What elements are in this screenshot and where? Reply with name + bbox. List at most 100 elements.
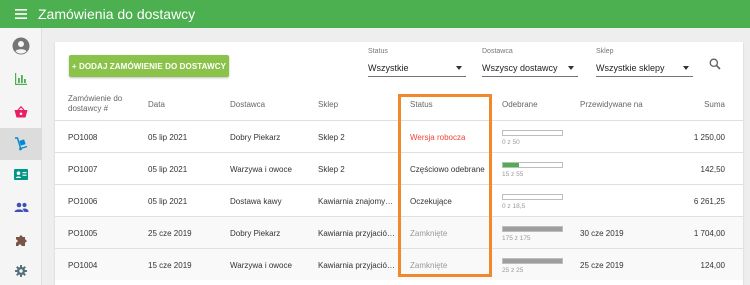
account-icon xyxy=(12,37,30,55)
sidebar-item-addons[interactable] xyxy=(0,224,42,256)
status-text: Wersja robocza xyxy=(410,133,466,142)
column-header-supplier[interactable]: Dostawca xyxy=(230,100,265,110)
menu-button[interactable] xyxy=(0,0,42,28)
search-icon xyxy=(709,58,721,70)
menu-icon xyxy=(15,9,27,19)
received-count: 0 z 18,5 xyxy=(502,203,526,210)
column-header-order-line2: dostawcy # xyxy=(68,104,109,113)
store-filter-label: Sklep xyxy=(596,48,614,55)
order-total: 142,50 xyxy=(700,165,725,174)
order-date: 05 lip 2021 xyxy=(148,133,188,142)
store-name: Sklep 2 xyxy=(318,133,345,142)
table-row[interactable]: PO1004 15 cze 2019 Warzywa i owoce Kawia… xyxy=(55,248,743,280)
received-progress-bar xyxy=(502,130,563,136)
order-number: PO1004 xyxy=(68,261,98,270)
sidebar-item-customers[interactable] xyxy=(0,158,42,190)
order-number: PO1006 xyxy=(68,197,98,206)
column-header-store[interactable]: Sklep xyxy=(318,100,338,110)
order-date: 25 cze 2019 xyxy=(148,229,192,238)
received-count: 25 z 25 xyxy=(502,267,524,274)
order-number: PO1007 xyxy=(68,165,98,174)
table-row[interactable]: PO1007 05 lip 2021 Warzywa i owoce Sklep… xyxy=(55,152,743,184)
puzzle-icon xyxy=(15,234,27,246)
order-total: 6 261,25 xyxy=(693,197,725,206)
store-name: Sklep 2 xyxy=(318,165,345,174)
store-name: Kawiarnia przyjació… xyxy=(318,261,395,270)
bar-chart-icon xyxy=(15,73,27,85)
order-number: PO1005 xyxy=(68,229,98,238)
table-row[interactable]: PO1008 05 lip 2021 Dobry Piekarz Sklep 2… xyxy=(55,120,743,152)
store-name: Kawiarnia znajomy… xyxy=(318,197,394,206)
supplier-name: Dobry Piekarz xyxy=(230,229,281,238)
column-header-order-line1: Zamówienie do xyxy=(68,94,123,103)
people-icon xyxy=(14,202,29,212)
order-date: 15 cze 2019 xyxy=(148,261,192,270)
supplier-filter-label: Dostawca xyxy=(482,48,513,55)
status-text: Częściowo odebrane xyxy=(410,165,485,174)
sidebar-item-purchases[interactable] xyxy=(0,128,42,160)
status-text: Zamknięte xyxy=(410,229,448,238)
sidebar-item-employees[interactable] xyxy=(0,191,42,223)
status-filter-value: Wszystkie xyxy=(368,62,409,73)
store-filter-value: Wszystkie sklepy xyxy=(596,62,665,73)
order-total: 1 250,00 xyxy=(693,133,725,142)
order-date: 05 lip 2021 xyxy=(148,165,188,174)
sidebar-item-sales[interactable] xyxy=(0,96,42,128)
page-title: Zamówienia do dostawcy xyxy=(38,6,196,22)
store-filter[interactable]: Sklep Wszystkie sklepy xyxy=(596,48,693,78)
status-text: Zamknięte xyxy=(410,261,448,270)
supplier-name: Warzywa i owoce xyxy=(230,261,292,270)
received-progress-bar xyxy=(502,226,563,232)
chevron-down-icon xyxy=(683,66,689,70)
expected-date: 25 cze 2019 xyxy=(580,261,624,270)
order-number: PO1008 xyxy=(68,133,98,142)
supplier-name: Dostawa kawy xyxy=(230,197,282,206)
received-count: 0 z 50 xyxy=(502,139,520,146)
column-header-status[interactable]: Status xyxy=(410,100,433,110)
sidebar-item-account[interactable] xyxy=(0,30,42,62)
received-progress-fill xyxy=(503,163,520,167)
received-progress-bar xyxy=(502,162,563,168)
sidebar-item-reports[interactable] xyxy=(0,63,42,95)
search-button[interactable] xyxy=(709,57,725,73)
sidebar-item-settings[interactable] xyxy=(0,255,42,285)
dolly-icon xyxy=(15,137,28,151)
add-purchase-order-button[interactable]: + DODAJ ZAMÓWIENIE DO DOSTAWCY xyxy=(69,55,229,77)
supplier-filter-select[interactable]: Wszyscy dostawcy xyxy=(482,59,578,77)
top-app-bar: Zamówienia do dostawcy xyxy=(0,0,750,28)
supplier-filter[interactable]: Dostawca Wszyscy dostawcy xyxy=(482,48,578,78)
order-total: 1 704,00 xyxy=(693,229,725,238)
column-header-date[interactable]: Data xyxy=(148,100,165,110)
received-progress-bar xyxy=(502,194,563,200)
received-progress-fill xyxy=(503,227,562,231)
supplier-name: Warzywa i owoce xyxy=(230,165,292,174)
status-filter[interactable]: Status Wszystkie xyxy=(368,48,466,78)
status-filter-label: Status xyxy=(368,48,388,55)
contact-card-icon xyxy=(14,168,28,180)
basket-icon xyxy=(14,106,28,118)
order-total: 124,00 xyxy=(700,261,725,270)
column-header-order[interactable]: Zamówienie do dostawcy # xyxy=(68,94,122,114)
received-count: 15 z 55 xyxy=(502,171,524,178)
store-name: Kawiarnia przyjació… xyxy=(318,229,395,238)
table-row[interactable]: PO1006 05 lip 2021 Dostawa kawy Kawiarni… xyxy=(55,184,743,216)
purchase-orders-card: + DODAJ ZAMÓWIENIE DO DOSTAWCY Status Ws… xyxy=(55,42,743,285)
received-progress-bar xyxy=(502,258,563,264)
received-count: 175 z 175 xyxy=(502,235,531,242)
supplier-name: Dobry Piekarz xyxy=(230,133,281,142)
column-header-total[interactable]: Suma xyxy=(704,100,725,110)
table-row[interactable]: PO1005 25 cze 2019 Dobry Piekarz Kawiarn… xyxy=(55,216,743,248)
status-filter-select[interactable]: Wszystkie xyxy=(368,59,466,77)
column-header-expected[interactable]: Przewidywane na xyxy=(580,100,643,110)
gear-icon xyxy=(15,265,27,277)
expected-date: 30 cze 2019 xyxy=(580,229,624,238)
chevron-down-icon xyxy=(456,66,462,70)
sidebar xyxy=(0,28,42,285)
column-header-received[interactable]: Odebrane xyxy=(502,100,538,110)
status-text: Oczekujące xyxy=(410,197,452,206)
store-filter-select[interactable]: Wszystkie sklepy xyxy=(596,59,693,77)
chevron-down-icon xyxy=(568,66,574,70)
supplier-filter-value: Wszyscy dostawcy xyxy=(482,62,558,73)
order-date: 05 lip 2021 xyxy=(148,197,188,206)
received-progress-fill xyxy=(503,259,562,263)
